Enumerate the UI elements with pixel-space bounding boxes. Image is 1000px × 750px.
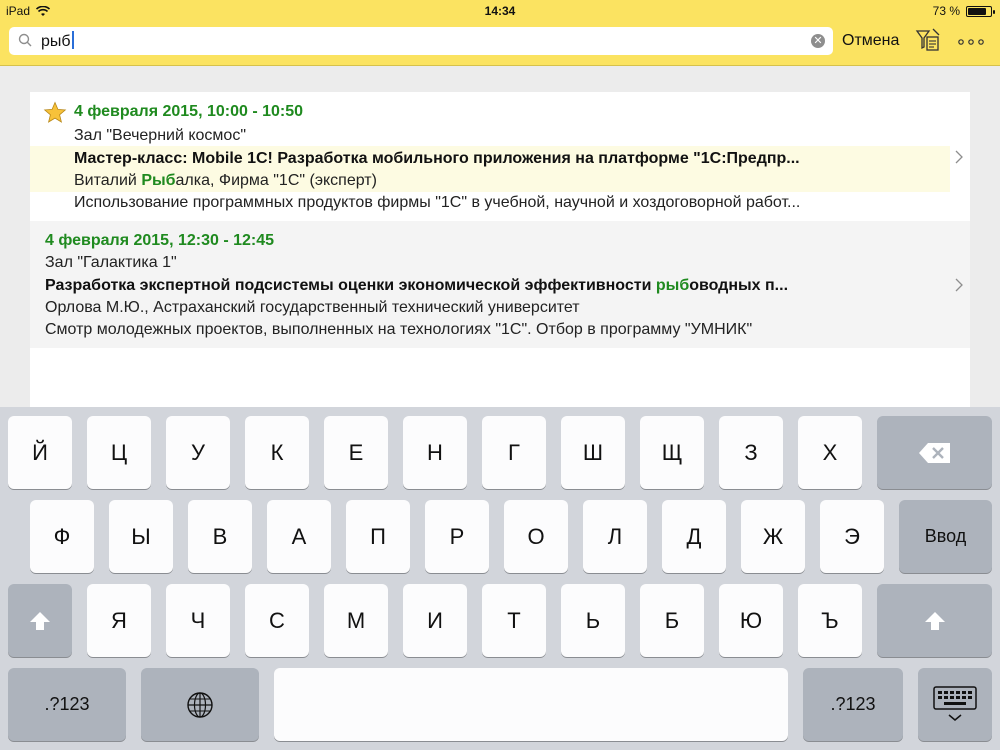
shift-icon — [30, 611, 50, 630]
shift-icon — [924, 611, 945, 630]
key[interactable]: Т — [482, 584, 546, 657]
backspace-button[interactable] — [877, 416, 992, 489]
list-item[interactable]: 4 февраля 2015, 10:00 - 10:50 Зал "Вечер… — [30, 92, 970, 218]
key[interactable]: П — [346, 500, 410, 573]
key[interactable]: Ж — [741, 500, 805, 573]
key[interactable]: Ц — [87, 416, 151, 489]
event-title: Мастер-класс: Mobile 1C! Разработка моби… — [74, 150, 800, 167]
battery-icon — [966, 5, 995, 17]
key[interactable]: З — [719, 416, 783, 489]
event-room: Зал "Галактика 1" — [45, 254, 177, 271]
key[interactable]: Ч — [166, 584, 230, 657]
key[interactable]: Э — [820, 500, 884, 573]
list-item[interactable]: 4 февраля 2015, 12:30 - 12:45 Зал "Галак… — [30, 221, 970, 348]
keyboard-hide-icon — [933, 685, 977, 721]
key[interactable]: Е — [324, 416, 388, 489]
event-date: 4 февраля 2015, 10:00 - 10:50 — [74, 103, 304, 120]
key[interactable]: Б — [640, 584, 704, 657]
key[interactable]: О — [504, 500, 568, 573]
key[interactable]: Р — [425, 500, 489, 573]
chevron-right-icon — [955, 278, 963, 292]
key[interactable]: Ш — [561, 416, 625, 489]
key[interactable]: С — [245, 584, 309, 657]
key[interactable]: И — [403, 584, 467, 657]
hide-keyboard-button[interactable] — [918, 668, 992, 741]
key[interactable]: Я — [87, 584, 151, 657]
event-title: Разработка экспертной подсистемы оценки … — [45, 277, 789, 294]
backspace-icon — [918, 442, 950, 463]
chevron-right-icon — [955, 150, 963, 164]
event-date: 4 февраля 2015, 12:30 - 12:45 — [45, 232, 275, 249]
key[interactable]: А — [267, 500, 331, 573]
enter-button[interactable]: Ввод — [899, 500, 992, 573]
match-highlight: Рыб — [141, 172, 176, 189]
filter-icon[interactable] — [915, 27, 941, 55]
top-bar: iPad 14:34 73 % рыб ✕ Отмена — [0, 0, 1000, 66]
clear-icon[interactable]: ✕ — [811, 34, 825, 48]
key[interactable]: Ф — [30, 500, 94, 573]
key[interactable]: У — [166, 416, 230, 489]
status-bar: iPad 14:34 73 % — [0, 0, 1000, 22]
onscreen-keyboard: Й Ц У К Е Н Г Ш Щ З Х Ф Ы В А П Р О Л Д … — [0, 407, 1000, 750]
more-icon[interactable] — [958, 39, 984, 45]
key[interactable]: Й — [8, 416, 72, 489]
key[interactable]: Ю — [719, 584, 783, 657]
key[interactable]: К — [245, 416, 309, 489]
search-icon — [18, 33, 32, 47]
event-description: Смотр молодежных проектов, выполненных н… — [45, 321, 753, 338]
key[interactable]: Н — [403, 416, 467, 489]
key[interactable]: В — [188, 500, 252, 573]
cancel-button[interactable]: Отмена — [842, 32, 899, 50]
key[interactable]: Г — [482, 416, 546, 489]
numbers-left-button[interactable]: .?123 — [8, 668, 126, 741]
text-caret — [71, 31, 74, 49]
key[interactable]: Щ — [640, 416, 704, 489]
key[interactable]: М — [324, 584, 388, 657]
event-room: Зал "Вечерний космос" — [74, 127, 247, 144]
star-icon[interactable] — [43, 101, 67, 125]
event-speaker: Орлова М.Ю., Астраханский государственны… — [45, 299, 580, 316]
numbers-right-button[interactable]: .?123 — [803, 668, 903, 741]
search-field[interactable]: рыб ✕ — [9, 27, 833, 55]
match-highlight: рыб — [655, 277, 690, 294]
globe-icon — [187, 691, 213, 718]
results-list: 4 февраля 2015, 10:00 - 10:50 Зал "Вечер… — [30, 92, 970, 408]
battery-percent: 73 % — [932, 4, 960, 18]
event-speaker: Виталий Рыбалка, Фирма "1С" (эксперт) — [74, 172, 377, 189]
key[interactable]: Ъ — [798, 584, 862, 657]
shift-left-button[interactable] — [8, 584, 72, 657]
key[interactable]: Л — [583, 500, 647, 573]
key[interactable]: Х — [798, 416, 862, 489]
key[interactable]: Д — [662, 500, 726, 573]
space-bar[interactable] — [274, 668, 788, 741]
search-input[interactable]: рыб — [41, 31, 74, 51]
shift-right-button[interactable] — [877, 584, 992, 657]
key[interactable]: Ы — [109, 500, 173, 573]
globe-button[interactable] — [141, 668, 259, 741]
event-description: Использование программных продуктов фирм… — [74, 194, 801, 211]
clock: 14:34 — [484, 4, 516, 18]
key[interactable]: Ь — [561, 584, 625, 657]
